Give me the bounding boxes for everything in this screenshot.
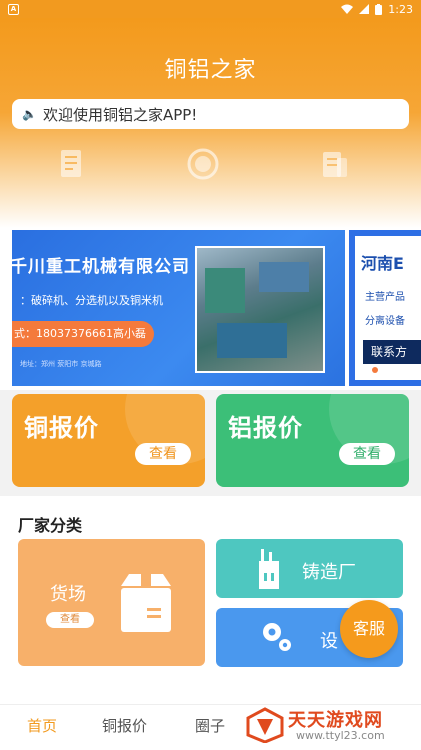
- box-icon: [121, 574, 171, 632]
- banner-pagination: [372, 367, 402, 373]
- tab-home[interactable]: 首页: [27, 715, 57, 736]
- foundry-label: 铸造厂: [302, 562, 356, 583]
- signal-icon: [359, 4, 370, 14]
- banner-machinery-photo: [195, 246, 325, 373]
- copper-view-button[interactable]: 查看: [135, 443, 191, 465]
- aluminum-view-button[interactable]: 查看: [339, 443, 395, 465]
- watermark-logo: [246, 707, 284, 743]
- banner-next-card: 河南E 主营产品 分离设备 联系方: [355, 236, 421, 380]
- page-title: 铜铝之家: [164, 58, 257, 83]
- banner-slide-next[interactable]: 河南E 主营产品 分离设备 联系方: [349, 230, 421, 386]
- banner-contact: 式：18037376661高小磊: [12, 321, 154, 347]
- banner-dot-2[interactable]: [384, 367, 390, 373]
- banner-dot-1[interactable]: [372, 367, 378, 373]
- notice-text: 欢迎使用铜铝之家APP!: [42, 105, 198, 124]
- yard-label: 货场: [50, 584, 86, 605]
- watermark-url: www.ttyl23.com: [296, 729, 385, 742]
- quick-link-document[interactable]: [41, 146, 101, 186]
- banner-products: ：破碎机、分选机以及铜米机: [20, 294, 163, 307]
- status-bar: A 1:23: [0, 0, 421, 18]
- notice-bar[interactable]: 🔈 欢迎使用铜铝之家APP!: [12, 99, 409, 129]
- quick-link-news[interactable]: [305, 146, 365, 186]
- aluminum-price-label: 铝报价: [228, 414, 303, 442]
- quick-link-circle[interactable]: [173, 146, 233, 186]
- banner-dot-3[interactable]: [396, 367, 402, 373]
- status-right: 1:23: [341, 3, 413, 16]
- document-icon: [61, 150, 81, 177]
- speaker-icon: 🔈: [22, 107, 37, 121]
- gears-icon: [263, 623, 291, 651]
- customer-service-button[interactable]: 客服: [340, 600, 398, 658]
- status-time: 1:23: [388, 2, 413, 16]
- yard-view-button[interactable]: 查看: [46, 612, 94, 628]
- banner-next-line2: 分离设备: [365, 316, 405, 327]
- banner-next-button: 联系方: [363, 340, 421, 364]
- category-foundry-card[interactable]: 铸造厂: [216, 539, 403, 598]
- category-title: 厂家分类: [18, 516, 83, 535]
- copper-price-card[interactable]: 铜报价 查看: [12, 394, 205, 487]
- aluminum-price-card[interactable]: 铝报价 查看: [216, 394, 409, 487]
- banner-slide-main[interactable]: 千川重工机械有限公司 ：破碎机、分选机以及铜米机 式：18037376661高小…: [12, 230, 345, 386]
- status-left: A: [8, 3, 19, 15]
- category-yard-card[interactable]: 货场 查看: [18, 539, 205, 666]
- circle-icon: [187, 148, 219, 180]
- equipment-label: 设: [320, 631, 338, 652]
- watermark: 天天游戏网 www.ttyl23.com: [246, 705, 421, 745]
- banner-next-heading: 河南E: [361, 254, 404, 273]
- wifi-icon: [341, 4, 354, 14]
- banner-company-name: 千川重工机械有限公司: [12, 257, 190, 277]
- tab-copper-price[interactable]: 铜报价: [102, 715, 147, 736]
- battery-icon: [375, 3, 383, 15]
- copper-price-label: 铜报价: [24, 414, 99, 442]
- banner-address: 地址：郑州 荥阳市 京城路: [20, 360, 102, 368]
- furnace-icon: [259, 549, 279, 589]
- banner-next-line1: 主营产品: [365, 292, 405, 303]
- app-notification-icon: A: [8, 3, 19, 15]
- news-icon: [323, 152, 347, 177]
- tab-circle[interactable]: 圈子: [195, 715, 225, 736]
